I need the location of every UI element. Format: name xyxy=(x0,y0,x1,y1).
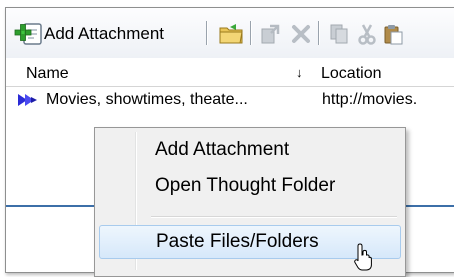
menu-item-open-thought-folder[interactable]: Open Thought Folder xyxy=(99,170,399,202)
cut-icon[interactable] xyxy=(356,23,378,45)
toolbar-separator xyxy=(206,21,207,45)
list-item-name: Movies, showtimes, theate... xyxy=(46,91,248,108)
menu-item-label: Paste Files/Folders xyxy=(156,231,319,252)
column-header-name[interactable]: Name xyxy=(26,65,69,83)
list-item-location: http://movies. xyxy=(322,91,418,108)
list-header: Name ↓ Location xyxy=(6,63,454,87)
move-icon[interactable] xyxy=(260,23,282,45)
menu-separator xyxy=(151,216,397,218)
menu-item-add-attachment[interactable]: Add Attachment xyxy=(99,134,399,166)
delete-icon[interactable] xyxy=(290,23,312,45)
mouse-cursor-icon xyxy=(354,243,372,271)
open-folder-icon[interactable] xyxy=(218,23,244,45)
add-attachment-label: Add Attachment xyxy=(44,24,165,43)
add-attachment-icon xyxy=(14,23,42,45)
menu-item-label: Add Attachment xyxy=(155,139,290,160)
toolbar-separator xyxy=(250,21,251,45)
menu-item-label: Open Thought Folder xyxy=(155,175,336,196)
paste-icon[interactable] xyxy=(382,23,404,45)
toolbar-separator xyxy=(318,21,319,45)
web-link-icon xyxy=(18,94,37,106)
copy-icon[interactable] xyxy=(328,23,350,45)
column-header-location[interactable]: Location xyxy=(321,65,382,83)
list-item[interactable]: Movies, showtimes, theate... http://movi… xyxy=(6,88,454,114)
add-attachment-button[interactable]: Add Attachment xyxy=(14,20,164,48)
toolbar: Add Attachment xyxy=(6,8,454,58)
sort-arrow-icon: ↓ xyxy=(296,65,303,80)
